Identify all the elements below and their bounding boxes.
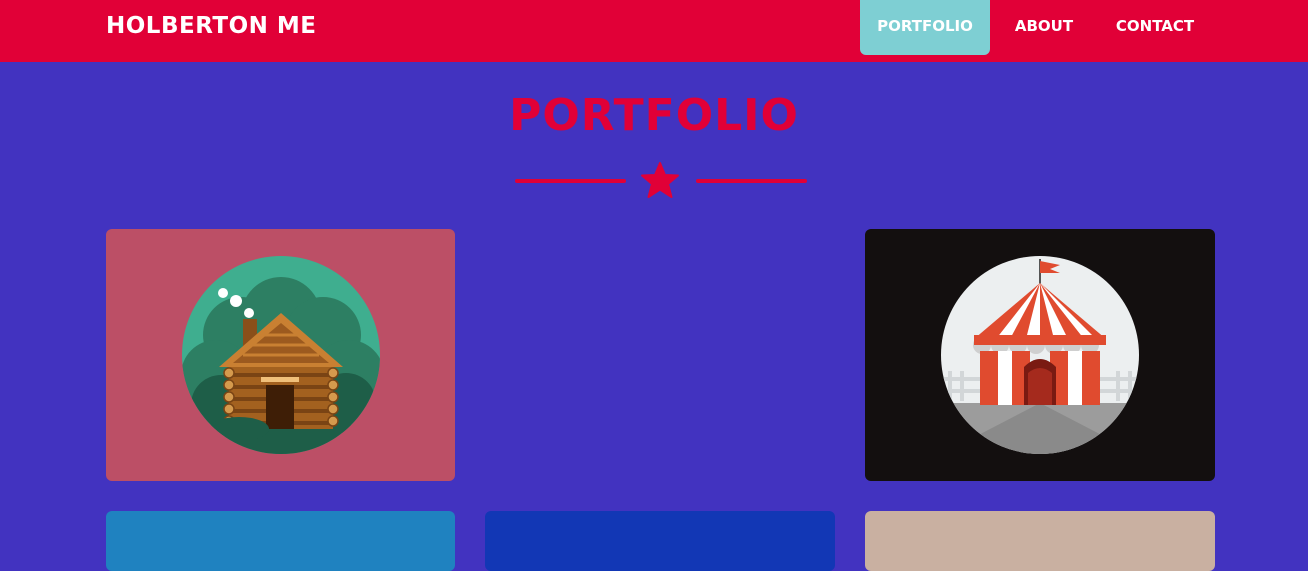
log-cabin-icon [181,256,380,454]
portfolio-title: PORTFOLIO [509,90,799,141]
portfolio-card-5[interactable] [485,511,835,571]
circus-tent-icon [941,256,1139,454]
nav-contact[interactable]: CONTACT [1100,0,1210,55]
nav-portfolio[interactable]: PORTFOLIO [860,0,990,55]
portfolio-card-6[interactable] [865,511,1215,571]
navbar: HOLBERTON ME PORTFOLIO ABOUT CONTACT [0,0,1308,62]
nav-about[interactable]: ABOUT [1000,0,1088,55]
portfolio-card-4[interactable] [106,511,455,571]
portfolio-card-cabin[interactable] [106,229,455,481]
star-icon [641,162,679,198]
divider-line-left [515,179,626,183]
brand-logo[interactable]: HOLBERTON ME [106,12,316,40]
divider-line-right [696,179,807,183]
portfolio-card-circus[interactable] [865,229,1215,481]
